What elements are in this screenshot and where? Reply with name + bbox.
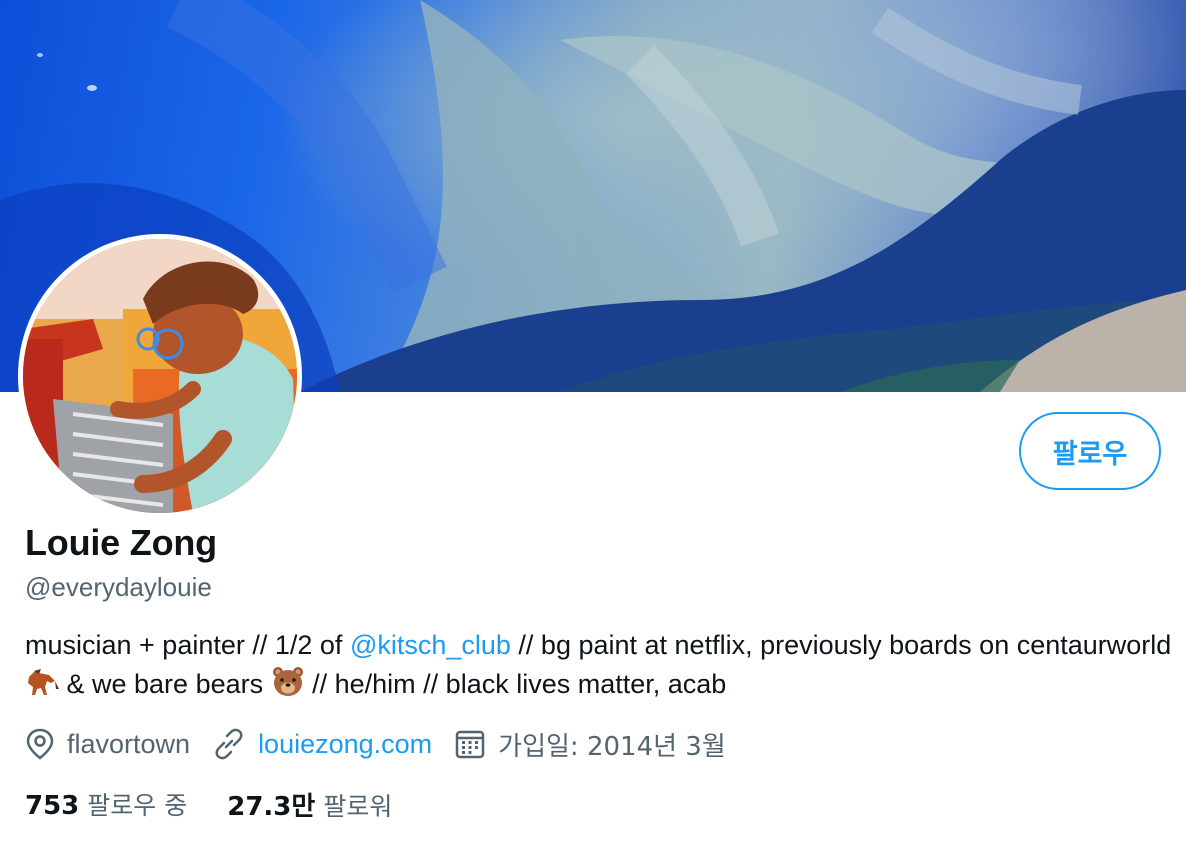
location-pin-icon: [26, 728, 54, 760]
profile-page: 팔로우 Louie Zong @everydaylouie musician +…: [0, 0, 1186, 854]
website-link[interactable]: louiezong.com: [258, 729, 432, 760]
bear-emoji: [271, 665, 305, 708]
location-item: flavortown: [25, 728, 190, 760]
following-label: 팔로우 중: [87, 791, 188, 820]
followers-stat[interactable]: 27.3만 팔로워: [227, 786, 392, 823]
location-text: flavortown: [67, 728, 191, 759]
profile-stats: 753 팔로우 중 27.3만 팔로워: [25, 784, 432, 824]
bio-mention-link[interactable]: @kitsch_club: [350, 630, 511, 660]
profile-bio: musician + painter // 1/2 of @kitsch_clu…: [25, 626, 1175, 708]
bio-text-3: & we bare bears: [59, 669, 271, 699]
website-item: louiezong.com: [212, 728, 432, 760]
user-handle: @everydaylouie: [25, 572, 212, 602]
followers-count: 27.3만: [227, 791, 316, 822]
avatar-image: [23, 239, 297, 513]
profile-meta: flavortown louiezong.com 가입일: 2014년 3월: [25, 722, 748, 766]
joined-date: 가입일: 2014년 3월: [498, 731, 726, 762]
joined-item: 가입일: 2014년 3월: [454, 726, 726, 763]
following-stat[interactable]: 753 팔로우 중: [25, 786, 187, 822]
followers-label: 팔로워: [323, 791, 393, 821]
bio-text-4: // he/him // black lives matter, acab: [304, 669, 727, 699]
calendar-icon: [455, 730, 485, 759]
link-icon: [215, 728, 243, 760]
following-count: 753: [25, 791, 80, 821]
bio-text-2: // bg paint at netflix, previously board…: [510, 630, 1172, 660]
bio-text-1: musician + painter // 1/2 of: [25, 630, 350, 660]
profile-avatar[interactable]: [18, 234, 302, 518]
avatar-illustration: [23, 239, 297, 513]
display-name: Louie Zong: [25, 522, 217, 563]
horse-emoji: [25, 667, 59, 708]
follow-button[interactable]: 팔로우: [1019, 412, 1161, 490]
